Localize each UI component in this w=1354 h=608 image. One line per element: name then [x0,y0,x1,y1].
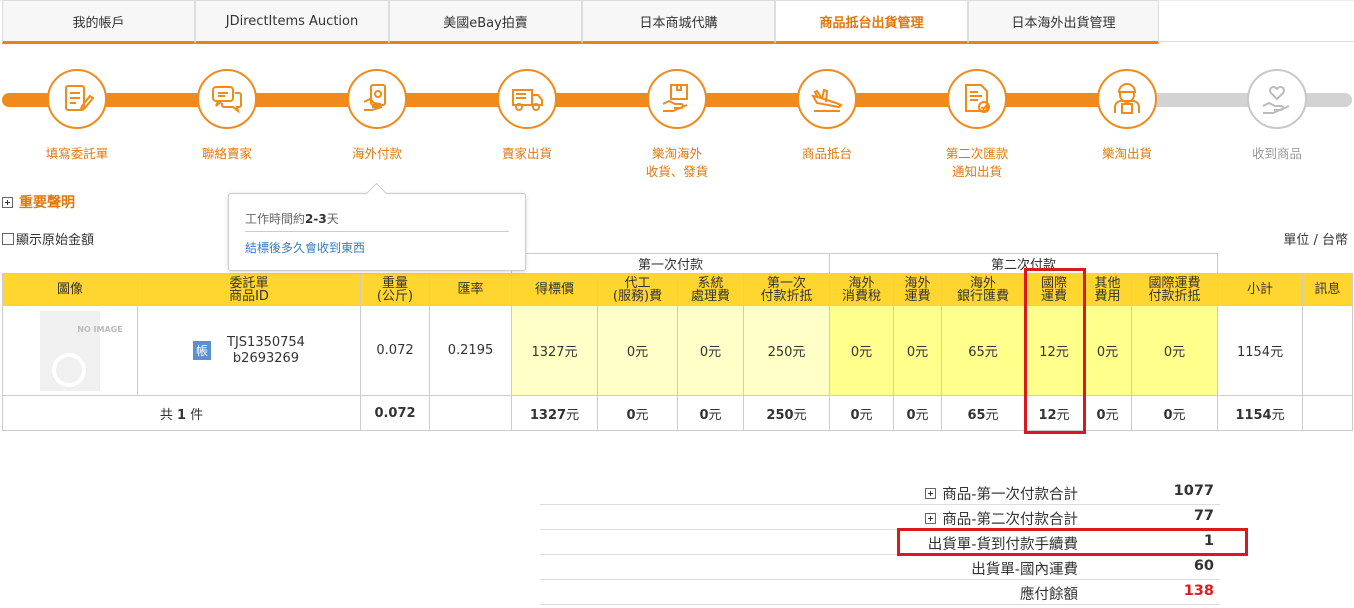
col-weight: 重量 (公斤) [360,273,430,306]
total-weight: 0.072 [374,405,416,421]
col-image: 圖像 [2,273,138,306]
currency-unit: 單位 / 台幣 [1283,233,1348,248]
top-tabs: 我的帳戶 JDirectItems Auction 美國eBay拍賣 日本商城代… [2,0,1159,44]
step-tooltip: 工作時間約2-3天 結標後多久會收到東西 [228,193,526,271]
heart-hand-icon [1247,69,1307,129]
account-badge[interactable]: 帳 [193,341,212,360]
package-hand-icon [647,69,707,129]
col-agency-fee: 代工 (服務)費 [597,273,678,306]
col-order-id: 委託單 商品ID [137,273,361,306]
col-subtotal: 小計 [1217,273,1304,306]
col-first-discount: 第一次 付款折抵 [742,273,831,306]
col-overseas-shipping: 海外 運費 [893,273,943,306]
group-first-payment: 第一次付款 [510,253,831,274]
tab-my-account[interactable]: 我的帳戶 [2,0,195,44]
step-letao-ships[interactable]: 樂淘出貨 [1052,69,1202,163]
delivery-truck-icon [497,69,557,129]
tab-jdirectitems-auction[interactable]: JDirectItems Auction [195,0,389,44]
other-fee-value: 0元 [1083,305,1133,396]
airplane-icon [797,69,857,129]
intl-shipping-highlight [1024,268,1086,434]
col-other: 其他 費用 [1083,273,1133,306]
expand-plus-icon [2,196,13,208]
summary-first-payment[interactable]: 商品-第一次付款合計 1077 [540,480,1220,505]
total-bid: 1327 [529,407,567,423]
col-system-fee: 系統 處理費 [677,273,744,306]
system-fee-value: 0元 [677,305,744,396]
summary-domestic-shipping: 出貨單-國內運費 60 [540,555,1220,580]
total-overseas-shipping: 0 [906,407,916,423]
step-receive-goods[interactable]: 收到商品 [1202,69,1352,163]
document-check-icon [947,69,1007,129]
step-arrive-taiwan[interactable]: 商品抵台 [752,69,902,163]
total-other: 0 [1096,407,1106,423]
step-contact-seller[interactable]: 聯絡賣家 [152,69,302,163]
bid-value: 1327元 [511,305,598,396]
step-second-payment[interactable]: 第二次匯款 通知出貨 [902,69,1052,181]
total-overseas-tax: 0 [850,407,860,423]
order-table: 第一次付款 第二次付款 圖像 委託單 商品ID 重量 (公斤) 匯率 得標價 代… [2,253,1354,431]
total-system-fee: 0 [699,407,709,423]
table-row: NO IMAGE 帳 TJS1350754 b2693269 0.072 0.219… [2,305,1354,396]
col-message: 訊息 [1302,273,1354,306]
tooltip-link[interactable]: 結標後多久會收到東西 [245,239,365,256]
step-seller-ships[interactable]: 賣家出貨 [452,69,602,163]
tab-arrival-shipment-management[interactable]: 商品抵台出貨管理 [775,0,968,44]
tab-ebay-auction[interactable]: 美國eBay拍賣 [389,0,582,44]
courier-icon [1097,69,1157,129]
total-count: 共 1 件 [2,395,361,431]
total-subtotal: 1154 [1235,407,1272,423]
col-overseas-tax: 海外 消費稅 [829,273,895,306]
chat-bubbles-icon [197,69,257,129]
rate-value: 0.2195 [429,305,512,396]
tab-japan-mall[interactable]: 日本商城代購 [582,0,775,44]
tab-overseas-shipment-management[interactable]: 日本海外出貨管理 [968,0,1159,44]
overseas-tax-value: 0元 [829,305,895,396]
summary-second-payment[interactable]: 商品-第二次付款合計 77 [540,505,1220,530]
step-overseas-receive[interactable]: 樂淘海外 收貨、發貨 [602,69,752,181]
weight-value: 0.072 [360,305,430,396]
total-first-discount: 250 [766,407,794,423]
money-payment-icon [347,69,407,129]
item-id[interactable]: b2693269 [233,351,299,366]
step-fill-order[interactable]: 填寫委託單 [2,69,152,163]
show-original-checkbox[interactable] [2,232,14,245]
total-overseas-bank: 65 [967,407,986,423]
step-overseas-payment[interactable]: 海外付款 [302,69,452,163]
col-bid: 得標價 [511,273,598,306]
expand-plus-icon[interactable] [925,513,937,524]
important-notice-toggle[interactable]: 重要聲明 [2,192,75,212]
cod-fee-highlight [897,528,1248,556]
first-discount-value: 250元 [742,305,831,396]
expand-plus-icon[interactable] [925,488,937,499]
overseas-shipping-value: 0元 [893,305,943,396]
col-overseas-bank: 海外 銀行匯費 [941,273,1026,306]
form-edit-icon [47,69,107,129]
total-agency-fee: 0 [626,407,636,423]
col-rate: 匯率 [429,273,512,306]
intl-discount-value: 0元 [1131,305,1219,396]
show-original-amount[interactable]: 顯示原始金額 [2,229,94,248]
total-row: 共 1 件 0.072 1327元 0元 0元 250元 0元 0元 65元 1… [2,395,1354,431]
overseas-bank-value: 65元 [941,305,1026,396]
message-cell[interactable] [1302,305,1354,396]
no-image-placeholder[interactable]: NO IMAGE [40,310,123,391]
summary-balance-due: 應付餘額 138 [540,580,1220,605]
order-number[interactable]: TJS1350754 [227,335,305,350]
total-intl-discount: 0 [1163,407,1173,423]
col-intl-discount: 國際運費 付款折抵 [1131,273,1219,306]
subtotal-value: 1154元 [1217,305,1304,396]
agency-fee-value: 0元 [597,305,678,396]
